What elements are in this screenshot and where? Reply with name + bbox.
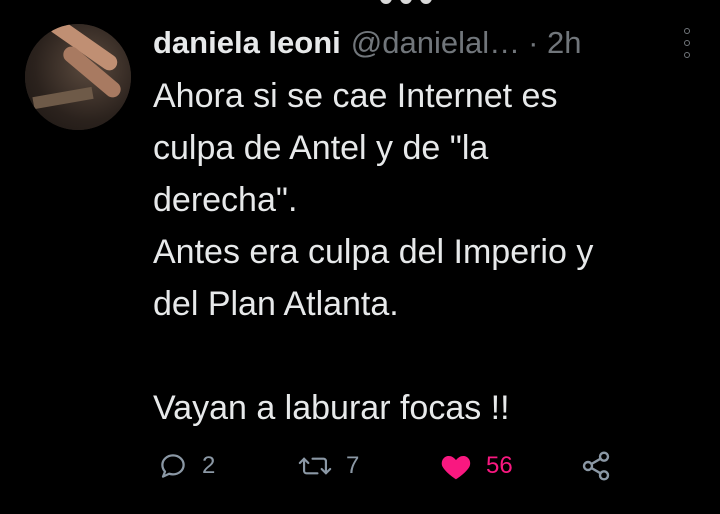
tweet-header: daniela leoni @danielal… · 2h [153, 25, 692, 61]
reply-button[interactable]: 2 [158, 448, 215, 484]
cropped-content-above [0, 0, 720, 6]
share-icon [582, 451, 610, 481]
avatar[interactable] [25, 24, 131, 130]
more-vertical-icon[interactable] [682, 28, 692, 58]
tweet-timestamp[interactable]: · 2h [528, 25, 581, 61]
heart-icon [441, 455, 471, 480]
tweet-text-line: Ahora si se cae Internet es [153, 77, 558, 115]
tweet-text-line: derecha". [153, 181, 298, 219]
cropped-glyph [420, 0, 432, 4]
cropped-glyph [400, 0, 412, 4]
author-name[interactable]: daniela leoni [153, 25, 341, 61]
tweet-text-line: Vayan a laburar focas !! [153, 389, 510, 427]
cropped-glyph [380, 0, 392, 4]
like-count: 56 [486, 452, 513, 479]
tweet-text: Ahora si se cae Internet es culpa de Ant… [153, 70, 693, 434]
retweet-count: 7 [346, 452, 360, 479]
tweet-text-blank-line [153, 330, 693, 382]
reply-icon [161, 454, 185, 478]
share-button[interactable] [580, 448, 612, 484]
like-button[interactable]: 56 [440, 448, 513, 484]
tweet-text-line: Antes era culpa del Imperio y [153, 233, 594, 271]
reply-count: 2 [202, 452, 216, 479]
retweet-icon [298, 457, 332, 475]
author-handle[interactable]: @danielal… [351, 25, 520, 61]
tweet-actions: 2 7 56 [158, 448, 618, 484]
tweet-text-line: del Plan Atlanta. [153, 285, 399, 323]
tweet-text-line: culpa de Antel y de "la [153, 129, 489, 167]
retweet-button[interactable]: 7 [298, 448, 359, 484]
